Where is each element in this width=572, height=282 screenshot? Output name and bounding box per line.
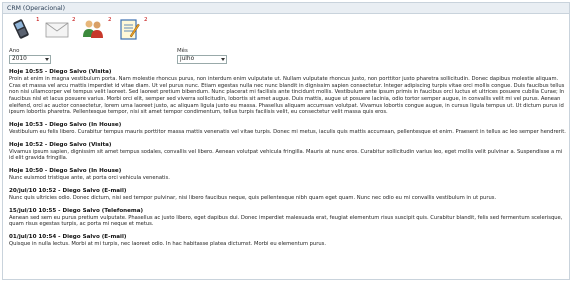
entry-text: Nunc euismod tristique ante, at porta or…: [9, 175, 170, 182]
month-label: Mês: [177, 48, 188, 54]
email-filter-button[interactable]: 2: [45, 17, 76, 43]
phone-count: 1: [36, 17, 40, 23]
email-count: 2: [72, 17, 76, 23]
activity-list: Hoje 10:55 - Diego Salvo (Visita) Proin …: [9, 69, 567, 254]
entry-title: Hoje 10:53 - Diego Salvo (In House): [9, 121, 122, 128]
panel-title: CRM (Operacional): [3, 3, 569, 14]
entry-title: 15/jul/10 10:55 - Diego Salvo (Telefonem…: [9, 207, 144, 214]
list-item: Hoje 10:50 - Diego Salvo (In House) Nunc…: [9, 168, 567, 182]
users-icon: [83, 20, 103, 38]
year-label: Ano: [9, 48, 20, 54]
list-item: Hoje 10:53 - Diego Salvo (In House) Vest…: [9, 122, 567, 136]
list-item: 01/jul/10 10:54 - Diego Salvo (E-mail) Q…: [9, 234, 567, 248]
entry-title: Hoje 10:50 - Diego Salvo (In House): [9, 167, 122, 174]
phone-filter-button[interactable]: 1: [9, 17, 40, 43]
list-item: Hoje 10:55 - Diego Salvo (Visita) Proin …: [9, 69, 567, 116]
entry-text: Quisque in nulla lectus. Morbi at mi tur…: [9, 241, 326, 248]
entry-title: 01/jul/10 10:54 - Diego Salvo (E-mail): [9, 233, 127, 240]
meeting-count: 2: [108, 17, 112, 23]
list-item: 15/jul/10 10:55 - Diego Salvo (Telefonem…: [9, 208, 567, 228]
entry-title: 20/jul/10 10:52 - Diego Salvo (E-mail): [9, 187, 127, 194]
notes-filter-button[interactable]: 2: [117, 17, 148, 43]
entry-text: Proin at enim in magna vestibulum porta.…: [9, 76, 565, 116]
month-select[interactable]: julho: [177, 55, 227, 64]
year-select[interactable]: 2010: [9, 55, 51, 64]
entry-text: Aenean sed sem eu purus pretium vulputat…: [9, 214, 563, 228]
chevron-down-icon: [221, 58, 225, 61]
list-item: Hoje 10:52 - Diego Salvo (Visita) Vivamu…: [9, 142, 567, 162]
phone-icon: [13, 19, 29, 39]
entry-title: Hoje 10:52 - Diego Salvo (Visita): [9, 141, 112, 148]
notes-count: 2: [144, 17, 148, 23]
entry-title: Hoje 10:55 - Diego Salvo (Visita): [9, 69, 112, 75]
year-value: 2010: [12, 56, 27, 62]
entry-text: Vestibulum eu felis libero. Curabitur te…: [9, 128, 566, 135]
activity-type-toolbar: 1 2 2 2: [9, 17, 153, 47]
entry-text: Vivamus ipsum sapien, dignissim sit amet…: [9, 148, 563, 162]
chevron-down-icon: [45, 58, 49, 61]
crm-panel: CRM (Operacional) 1 2 2 2 Ano 2010 Mês j…: [2, 2, 570, 280]
list-item: 20/jul/10 10:52 - Diego Salvo (E-mail) N…: [9, 188, 567, 202]
year-filter: Ano 2010: [9, 48, 51, 64]
envelope-icon: [45, 22, 69, 38]
entry-text: Nunc quis ultricies odio. Donec dictum, …: [9, 194, 497, 201]
month-value: julho: [180, 56, 195, 62]
notepad-icon: [120, 19, 140, 40]
meeting-filter-button[interactable]: 2: [81, 17, 112, 43]
month-filter: Mês julho: [177, 48, 227, 64]
